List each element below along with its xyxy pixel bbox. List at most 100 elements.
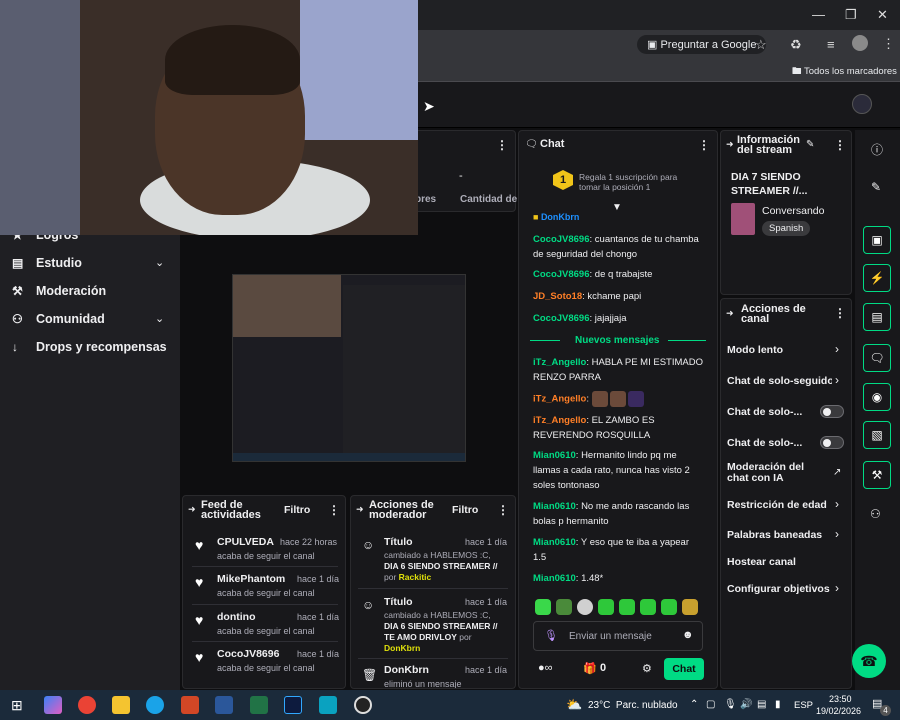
feed-filter-button[interactable]: Filtro bbox=[284, 504, 310, 516]
chevron-right-icon[interactable]: › bbox=[835, 527, 839, 541]
emote-icon[interactable] bbox=[556, 599, 572, 615]
chat-username[interactable]: JD_Soto18 bbox=[533, 291, 582, 302]
word-icon[interactable] bbox=[215, 696, 233, 714]
tray-mic-icon[interactable]: 🎙 bbox=[724, 699, 737, 710]
pencil-icon[interactable]: ✎ bbox=[806, 139, 814, 150]
minimize-icon[interactable]: — bbox=[812, 7, 825, 22]
file-explorer-icon[interactable] bbox=[112, 696, 130, 714]
chevron-down-icon[interactable]: ⌄ bbox=[155, 312, 164, 325]
sidebar-item-moderacion[interactable]: ⚒ Moderación bbox=[12, 284, 106, 298]
emote-icon[interactable] bbox=[577, 599, 593, 615]
gift-sub-text[interactable]: Regala 1 suscripción para bbox=[579, 172, 677, 182]
tray-app-icon[interactable]: ▢ bbox=[706, 699, 715, 710]
gift-sub-text[interactable]: tomar la posición 1 bbox=[579, 182, 650, 192]
copilot-icon[interactable] bbox=[44, 696, 62, 714]
channel-points-icon[interactable]: ●∞ bbox=[538, 662, 553, 674]
action-host-channel[interactable]: Hostear canal bbox=[727, 556, 796, 568]
chat-username[interactable]: CocoJV8696 bbox=[533, 269, 590, 280]
mod-tools-button[interactable]: ⚒ bbox=[863, 461, 891, 489]
kebab-icon[interactable]: ⋮ bbox=[834, 138, 846, 152]
chat-username[interactable]: CocoJV8696 bbox=[533, 313, 590, 324]
sidebar-item-drops[interactable]: ↓ Drops y recompensas bbox=[12, 340, 167, 354]
chat-top-user[interactable]: ■ DonKbrn bbox=[533, 212, 579, 222]
obs-icon[interactable] bbox=[354, 696, 372, 714]
stream-preview-video[interactable] bbox=[232, 274, 466, 462]
chevron-right-icon[interactable]: › bbox=[835, 342, 839, 356]
sidebar-item-estudio[interactable]: ▤ Estudio bbox=[12, 256, 82, 270]
emote-only-toggle[interactable] bbox=[820, 436, 844, 449]
info-icon[interactable]: ⓘ bbox=[871, 141, 883, 158]
ad-button[interactable]: ⚡ bbox=[863, 264, 891, 292]
close-icon[interactable]: ✕ bbox=[877, 7, 888, 23]
bookmark-star-icon[interactable]: ☆ bbox=[755, 37, 767, 53]
chevron-right-icon[interactable]: › bbox=[835, 373, 839, 387]
powerpoint-icon[interactable] bbox=[181, 696, 199, 714]
restore-icon[interactable]: ❐ bbox=[845, 7, 857, 23]
settings-gear-icon[interactable]: ⚙ bbox=[642, 662, 652, 675]
windows-start-icon[interactable]: ⊞ bbox=[11, 697, 23, 714]
battery-icon[interactable]: ▮ bbox=[775, 699, 781, 710]
sidebar-item-comunidad[interactable]: ⚇ Comunidad bbox=[12, 312, 105, 326]
action-ai-moderation[interactable]: Moderación del chat con IA bbox=[727, 462, 827, 484]
clip-button[interactable]: ▣ bbox=[863, 226, 891, 254]
tray-chevron-icon[interactable]: ⌃ bbox=[690, 699, 698, 710]
feed-user[interactable]: CocoJV8696 bbox=[217, 648, 279, 660]
emote-icon[interactable] bbox=[619, 599, 635, 615]
subs-only-toggle[interactable] bbox=[820, 405, 844, 418]
host-button[interactable]: ▧ bbox=[863, 421, 891, 449]
broadcast-button[interactable]: ◉ bbox=[863, 383, 891, 411]
action-slow-mode[interactable]: Modo lento bbox=[727, 344, 783, 356]
store-icon[interactable] bbox=[319, 696, 337, 714]
emote-icon[interactable] bbox=[598, 599, 614, 615]
stream-category[interactable]: Conversando bbox=[762, 205, 824, 217]
action-goals[interactable]: Configurar objetivos bbox=[727, 583, 830, 595]
emote-icon[interactable] bbox=[535, 599, 551, 615]
feed-user[interactable]: CPULVEDA bbox=[217, 536, 274, 548]
clock-date[interactable]: 19/02/2026 bbox=[816, 706, 861, 716]
emote-icon[interactable] bbox=[661, 599, 677, 615]
feed-user[interactable]: dontino bbox=[217, 611, 255, 623]
chat-username[interactable]: Mian0610 bbox=[533, 501, 576, 512]
kebab-icon[interactable]: ⋮ bbox=[834, 306, 846, 320]
mod-filter-button[interactable]: Filtro bbox=[452, 504, 478, 516]
action-followers-only[interactable]: Chat de solo-seguido bbox=[727, 375, 832, 387]
help-button[interactable]: ☎ bbox=[852, 644, 886, 678]
chevron-right-icon[interactable]: › bbox=[835, 581, 839, 595]
chevron-down-icon[interactable]: ⌄ bbox=[155, 256, 164, 269]
action-subs-only[interactable]: Chat de solo-... bbox=[727, 406, 802, 418]
chat-username[interactable]: CocoJV8696 bbox=[533, 234, 590, 245]
excel-icon[interactable] bbox=[250, 696, 268, 714]
ask-google-chip[interactable]: ▣ Preguntar a Google bbox=[637, 35, 767, 54]
network-icon[interactable]: ▤ bbox=[757, 699, 766, 710]
extensions-icon[interactable]: ♻ bbox=[790, 37, 802, 53]
kebab-icon[interactable]: ⋮ bbox=[497, 503, 509, 517]
chat-username[interactable]: Mian0610 bbox=[533, 450, 576, 461]
weather-text[interactable]: 23°C Parc. nublado bbox=[588, 700, 678, 711]
pencil-icon[interactable]: ✎ bbox=[871, 180, 881, 194]
chat-send-button[interactable]: Chat bbox=[664, 658, 704, 680]
kebab-icon[interactable]: ⋮ bbox=[698, 138, 710, 152]
feed-user[interactable]: MikePhantom bbox=[217, 573, 285, 585]
mod-action-by[interactable]: Rackitic bbox=[399, 572, 432, 582]
chat-username[interactable]: Mian0610 bbox=[533, 537, 576, 548]
input-language[interactable]: ESP bbox=[794, 700, 813, 711]
external-link-icon[interactable]: ↗ bbox=[833, 467, 841, 478]
emoji-icon[interactable]: ☻ bbox=[682, 629, 694, 641]
chat-username[interactable]: iTz_Angello bbox=[533, 394, 586, 405]
chat-input[interactable]: 🎙 Enviar un mensaje ☻ bbox=[533, 621, 703, 651]
action-age-restriction[interactable]: Restricción de edad bbox=[727, 499, 827, 511]
user-avatar[interactable] bbox=[852, 94, 872, 114]
edge-icon[interactable] bbox=[146, 696, 164, 714]
kebab-icon[interactable]: ⋮ bbox=[496, 138, 508, 152]
gift-icon[interactable]: 🎁 bbox=[583, 662, 597, 675]
action-banned-words[interactable]: Palabras baneadas bbox=[727, 529, 822, 541]
chevron-right-icon[interactable]: › bbox=[835, 497, 839, 511]
chat-username[interactable]: iTz_Angello bbox=[533, 415, 586, 426]
more-actions-icon[interactable]: ⚇ bbox=[870, 507, 881, 521]
all-bookmarks[interactable]: 🖿 Todos los marcadores bbox=[792, 64, 897, 80]
language-tag[interactable]: Spanish bbox=[762, 221, 811, 236]
profile-avatar[interactable] bbox=[852, 35, 868, 51]
chrome-icon[interactable] bbox=[78, 696, 96, 714]
collapse-icon[interactable]: ▼ bbox=[612, 202, 622, 213]
chat-username[interactable]: iTz_Angello bbox=[533, 357, 586, 368]
